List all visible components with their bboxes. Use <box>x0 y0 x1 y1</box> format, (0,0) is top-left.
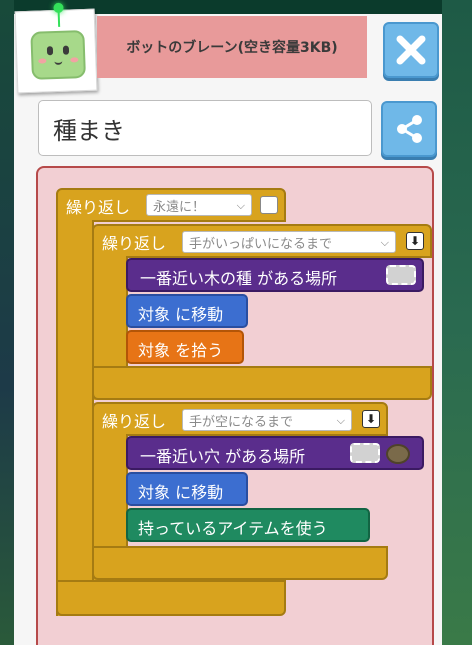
mouth <box>54 57 63 66</box>
chevron-down-icon: ⌵ <box>236 199 245 212</box>
outer-loop-bottom <box>56 580 286 616</box>
find-hole-block[interactable]: 一番近い穴 がある場所 <box>126 436 424 470</box>
outer-loop-left-bar <box>56 220 94 616</box>
close-button[interactable] <box>383 22 439 78</box>
outer-loop-dropdown-value: 永遠に！ <box>153 199 206 215</box>
title-bar: ボットのブレーン(空き容量3KB) <box>97 16 367 78</box>
find-seed-block[interactable]: 一番近い木の種 がある場所 <box>126 258 424 292</box>
chevron-down-icon: ⌵ <box>380 236 389 249</box>
find-seed-label: 一番近い木の種 がある場所 <box>140 269 338 288</box>
down-arrow-icon[interactable]: ⬇ <box>362 410 380 428</box>
inner-loop-2-block[interactable]: 繰り返し 手が空になるまで ⌵ ⬇ <box>92 402 388 436</box>
inner-loop-1-dropdown[interactable]: 手がいっぱいになるまで ⌵ <box>182 231 396 253</box>
background-right <box>442 0 472 645</box>
right-cheek <box>70 57 79 63</box>
outer-loop-block[interactable]: 繰り返し 永遠に！ ⌵ <box>56 188 286 222</box>
close-icon <box>396 35 426 65</box>
outer-loop-checkbox[interactable] <box>260 196 278 214</box>
outer-loop-dropdown[interactable]: 永遠に！ ⌵ <box>146 194 252 216</box>
antenna-light <box>53 2 64 14</box>
pickup-target-label: 対象 を拾う <box>138 341 224 360</box>
background-left <box>0 0 14 645</box>
bot-face-icon <box>30 30 86 80</box>
target-slot[interactable] <box>350 443 380 463</box>
use-item-label: 持っているアイテムを使う <box>138 519 328 538</box>
inner-loop-1-bottom <box>92 366 432 400</box>
program-workspace[interactable]: 繰り返し 永遠に！ ⌵ 繰り返し 手がいっぱいになるまで ⌵ ⬇ 一番近い木の種… <box>36 166 434 645</box>
left-eye <box>46 46 54 56</box>
bot-avatar <box>14 2 98 94</box>
share-icon <box>397 115 422 143</box>
panel-title: ボットのブレーン(空き容量3KB) <box>126 40 338 56</box>
inner-loop-2-dropdown-value: 手が空になるまで <box>189 414 294 430</box>
inner-loop-1-label: 繰り返し <box>102 234 167 253</box>
move-to-target-block-2[interactable]: 対象 に移動 <box>126 472 248 506</box>
inner-loop-2-label: 繰り返し <box>102 412 167 431</box>
move-to-target-block-1[interactable]: 対象 に移動 <box>126 294 248 328</box>
move-to-target-label: 対象 に移動 <box>138 483 224 502</box>
use-item-block[interactable]: 持っているアイテムを使う <box>126 508 370 542</box>
hole-icon <box>386 444 410 464</box>
antenna-stem <box>57 10 61 27</box>
move-to-target-label: 対象 に移動 <box>138 305 224 324</box>
share-button[interactable] <box>381 101 437 157</box>
chevron-down-icon: ⌵ <box>336 414 345 427</box>
inner-loop-2-dropdown[interactable]: 手が空になるまで ⌵ <box>182 409 352 431</box>
right-eye <box>62 45 70 55</box>
outer-loop-label: 繰り返し <box>66 198 131 217</box>
bot-name-input[interactable]: 種まき <box>38 100 372 156</box>
inner-loop-2-bottom <box>92 546 388 580</box>
pickup-target-block[interactable]: 対象 を拾う <box>126 330 244 364</box>
inner-loop-1-block[interactable]: 繰り返し 手がいっぱいになるまで ⌵ ⬇ <box>92 224 432 258</box>
target-slot[interactable] <box>386 265 416 285</box>
inner-loop-1-dropdown-value: 手がいっぱいになるまで <box>189 236 333 252</box>
find-hole-label: 一番近い穴 がある場所 <box>140 447 306 466</box>
left-cheek <box>38 58 47 64</box>
down-arrow-icon[interactable]: ⬇ <box>406 232 424 250</box>
